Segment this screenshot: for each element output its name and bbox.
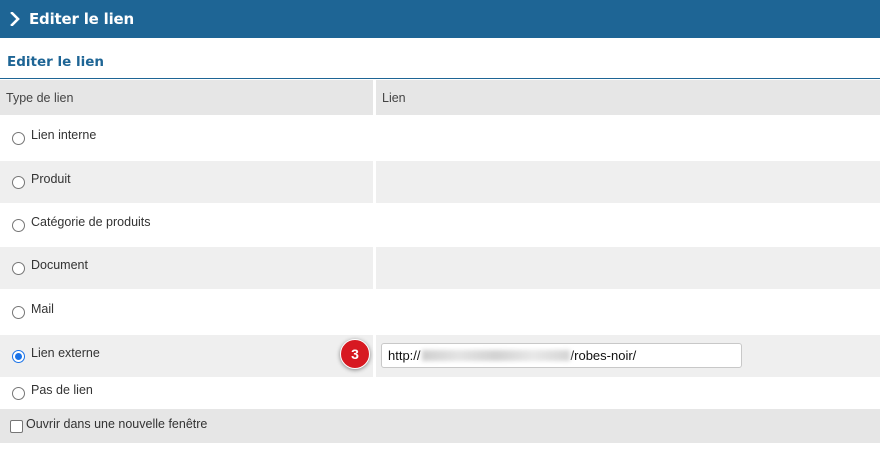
- option-label: Mail: [31, 302, 54, 316]
- table-row: Ouvrir dans une nouvelle fenêtre: [0, 409, 880, 443]
- page-title: Editer le lien: [29, 10, 134, 28]
- option-label: Lien externe: [31, 346, 100, 360]
- new-window-option[interactable]: Ouvrir dans une nouvelle fenêtre: [0, 409, 880, 443]
- option-lien-externe[interactable]: Lien externe: [0, 346, 100, 363]
- radio-produit[interactable]: [12, 175, 25, 189]
- table-row: Document: [0, 247, 880, 289]
- table-row: Lien interne: [0, 115, 880, 161]
- url-redacted-segment: [421, 350, 570, 361]
- option-pas-de-lien[interactable]: Pas de lien: [0, 383, 93, 400]
- new-window-checkbox[interactable]: [10, 419, 23, 433]
- page-header-bar: Editer le lien: [0, 0, 880, 38]
- option-produit[interactable]: Produit: [0, 172, 71, 189]
- table-row: Catégorie de produits: [0, 203, 880, 247]
- option-label: Pas de lien: [31, 383, 93, 397]
- external-url-input[interactable]: http:// /robes-noir/: [381, 343, 742, 368]
- option-label: Document: [31, 258, 88, 272]
- option-label: Produit: [31, 172, 71, 186]
- option-lien-interne[interactable]: Lien interne: [0, 128, 97, 145]
- url-suffix: /robes-noir/: [570, 348, 637, 363]
- url-prefix: http://: [388, 348, 421, 363]
- column-header-type: Type de lien: [6, 90, 74, 105]
- table-row: Mail: [0, 289, 880, 335]
- column-header-link: Lien: [382, 90, 406, 105]
- option-mail[interactable]: Mail: [0, 302, 54, 319]
- radio-lien-interne[interactable]: [12, 131, 25, 145]
- table-row: Produit: [0, 161, 880, 203]
- option-categorie-produits[interactable]: Catégorie de produits: [0, 215, 151, 232]
- option-label: Catégorie de produits: [31, 215, 151, 229]
- radio-categorie-produits[interactable]: [12, 218, 25, 232]
- section-divider: [0, 78, 880, 79]
- radio-pas-de-lien[interactable]: [12, 386, 25, 400]
- option-label: Lien interne: [31, 128, 97, 142]
- radio-mail[interactable]: [12, 305, 25, 319]
- option-document[interactable]: Document: [0, 258, 88, 275]
- new-window-label: Ouvrir dans une nouvelle fenêtre: [26, 417, 208, 431]
- step-badge: 3: [340, 339, 370, 369]
- table-row: Pas de lien: [0, 377, 880, 409]
- section-title: Editer le lien: [7, 54, 104, 70]
- table-header-row: Type de lien Lien: [0, 80, 880, 115]
- radio-document[interactable]: [12, 261, 25, 275]
- chevron-right-icon: [8, 10, 22, 28]
- radio-lien-externe[interactable]: [12, 349, 25, 363]
